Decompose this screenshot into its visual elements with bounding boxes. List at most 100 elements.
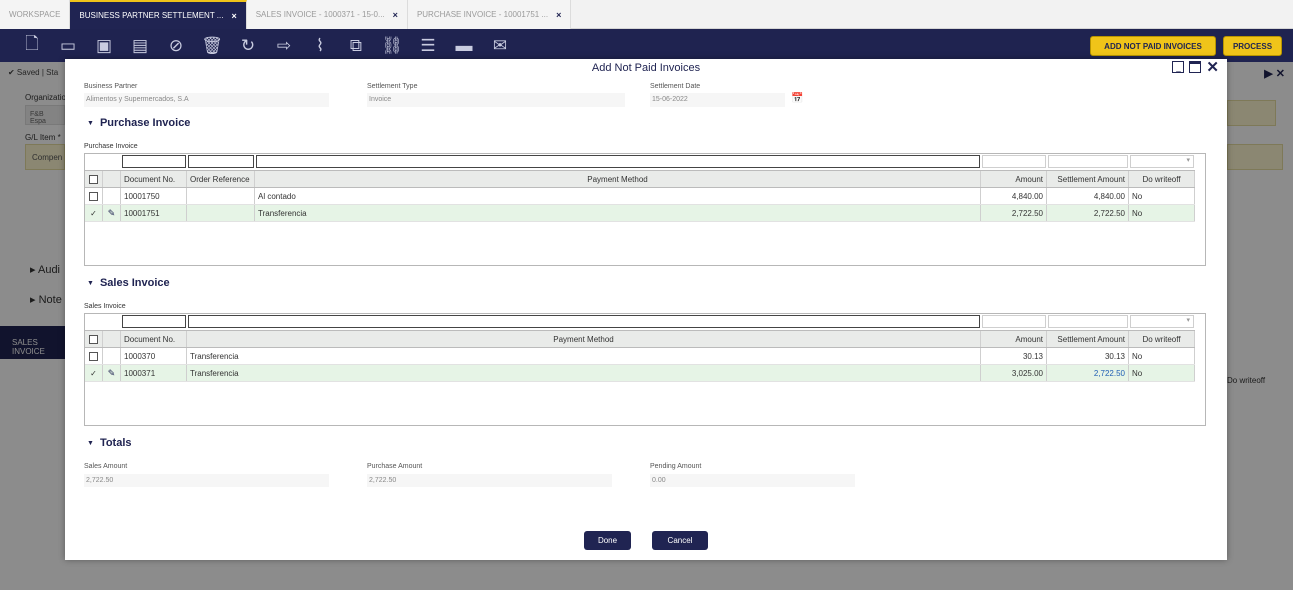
column-header-document-no[interactable]: Document No. (121, 331, 187, 347)
column-header-document-no[interactable]: Document No. (121, 171, 187, 187)
column-header-do-writeoff[interactable]: Do writeoff (1129, 331, 1195, 347)
filter-amount-input[interactable] (982, 315, 1046, 328)
sales-header-row: Document No. Payment Method Amount Settl… (85, 330, 1195, 348)
delete-icon[interactable]: 🗑 (194, 29, 230, 62)
tab-sales-invoice[interactable]: SALES INVOICE - 1000371 - 15-0... × (246, 0, 408, 29)
select-all-checkbox[interactable] (89, 334, 98, 344)
column-header-amount[interactable]: Amount (981, 171, 1047, 187)
tab-bar: WORKSPACE BUSINESS PARTNER SETTLEMENT ..… (0, 0, 1293, 29)
sales-invoice-section[interactable]: ▼ Sales Invoice (87, 277, 170, 289)
column-header-amount[interactable]: Amount (981, 331, 1047, 347)
close-tab-icon[interactable]: × (231, 11, 236, 21)
new-document-icon[interactable]: 🗋 (14, 29, 50, 62)
filter-document-no-input[interactable] (122, 315, 186, 328)
process-button[interactable]: PROCESS (1223, 36, 1282, 56)
edit-row-icon[interactable]: ✎ (108, 208, 116, 219)
minimize-icon[interactable]: _ (1172, 61, 1185, 73)
tab-label: BUSINESS PARTNER SETTLEMENT ... (79, 11, 224, 20)
filter-payment-method-input[interactable] (256, 155, 980, 168)
copy-icon[interactable]: ⧉ (338, 29, 374, 62)
filter-do-writeoff-select[interactable]: ▾ (1130, 315, 1194, 328)
purchase-header-row: Document No. Order Reference Payment Met… (85, 170, 1195, 188)
settlement-type-label: Settlement Type (367, 83, 418, 90)
table-row[interactable]: 10001750 Al contado 4,840.00 4,840.00 No (85, 188, 1195, 205)
calendar-icon[interactable]: 📅 (791, 93, 803, 104)
tab-label: SALES INVOICE - 1000371 - 15-0... (255, 10, 385, 19)
filter-amount-input[interactable] (982, 155, 1046, 168)
print-icon[interactable]: ▬ (446, 29, 482, 62)
cancel-button[interactable]: Cancel (652, 531, 708, 550)
new-row-icon[interactable]: ▭ (50, 29, 86, 62)
document-no-cell: 10001751 (121, 205, 187, 221)
do-writeoff-cell[interactable]: No (1129, 188, 1195, 204)
filter-document-no-input[interactable] (122, 155, 186, 168)
sales-filter-row: ▾ (85, 314, 1195, 330)
table-row[interactable]: ✓ ✎ 10001751 Transferencia 2,722.50 2,72… (85, 205, 1195, 222)
close-tab-icon[interactable]: × (393, 10, 398, 20)
column-header-payment-method[interactable]: Payment Method (255, 171, 981, 187)
collapse-icon: ▼ (87, 119, 94, 127)
filter-do-writeoff-select[interactable]: ▾ (1130, 155, 1194, 168)
collapse-icon: ▼ (87, 439, 94, 447)
table-row[interactable]: ✓ ✎ 1000371 Transferencia 3,025.00 2,722… (85, 365, 1195, 382)
filter-order-reference-input[interactable] (188, 155, 254, 168)
maximize-icon[interactable] (1189, 61, 1202, 73)
save-icon[interactable]: ▣ (86, 29, 122, 62)
sales-amount-label: Sales Amount (84, 463, 128, 470)
row-checkbox[interactable] (89, 191, 98, 201)
column-header-do-writeoff[interactable]: Do writeoff (1129, 171, 1195, 187)
row-checked-icon[interactable]: ✓ (90, 209, 97, 218)
tab-business-partner-settlement[interactable]: BUSINESS PARTNER SETTLEMENT ... × (70, 0, 247, 29)
purchase-amount-label: Purchase Amount (367, 463, 423, 470)
collapse-icon: ▼ (87, 279, 94, 287)
settlement-amount-cell[interactable]: 2,722.50 (1047, 205, 1129, 221)
settlement-amount-cell[interactable]: 2,722.50 (1047, 365, 1129, 381)
document-no-cell: 1000370 (121, 348, 187, 364)
sales-invoice-section-title: Sales Invoice (99, 277, 170, 289)
amount-cell: 30.13 (981, 348, 1047, 364)
business-partner-label: Business Partner (84, 83, 138, 90)
row-checkbox[interactable] (89, 351, 98, 361)
filter-payment-method-input[interactable] (188, 315, 980, 328)
purchase-grid-caption: Purchase Invoice (84, 143, 138, 150)
audit-icon[interactable]: ☰ (410, 29, 446, 62)
column-header-payment-method[interactable]: Payment Method (187, 331, 981, 347)
business-partner-field[interactable]: Alimentos y Supermercados, S.A (84, 93, 329, 107)
payment-method-cell: Al contado (255, 188, 981, 204)
save-close-icon[interactable]: ▤ (122, 29, 158, 62)
link-icon[interactable]: ⛓ (374, 29, 410, 62)
settlement-date-field[interactable]: 15-06-2022 (650, 93, 785, 107)
settlement-type-field[interactable]: Invoice (367, 93, 625, 107)
email-icon[interactable]: ✉ (482, 29, 518, 62)
add-not-paid-invoices-button[interactable]: ADD NOT PAID INVOICES (1090, 36, 1216, 56)
table-row[interactable]: 1000370 Transferencia 30.13 30.13 No (85, 348, 1195, 365)
close-tab-icon[interactable]: × (556, 10, 561, 20)
do-writeoff-cell[interactable]: No (1129, 205, 1195, 221)
refresh-icon[interactable]: ↻ (230, 29, 266, 62)
tab-purchase-invoice[interactable]: PURCHASE INVOICE - 10001751 ... × (407, 0, 572, 29)
filter-settlement-amount-input[interactable] (1048, 155, 1128, 168)
column-header-settlement-amount[interactable]: Settlement Amount (1047, 331, 1129, 347)
tab-label: WORKSPACE (9, 10, 61, 19)
column-header-order-reference[interactable]: Order Reference (187, 171, 255, 187)
attach-icon[interactable]: ⌇ (302, 29, 338, 62)
totals-section[interactable]: ▼ Totals (87, 437, 132, 449)
cancel-icon[interactable]: ⊘ (158, 29, 194, 62)
do-writeoff-cell[interactable]: No (1129, 348, 1195, 364)
purchase-invoice-section[interactable]: ▼ Purchase Invoice (87, 117, 190, 129)
close-icon[interactable]: ✕ (1206, 60, 1219, 75)
column-header-settlement-amount[interactable]: Settlement Amount (1047, 171, 1129, 187)
done-button[interactable]: Done (584, 531, 631, 550)
payment-method-cell: Transferencia (187, 348, 981, 364)
row-checked-icon[interactable]: ✓ (90, 369, 97, 378)
export-icon[interactable]: ⇨ (266, 29, 302, 62)
do-writeoff-cell[interactable]: No (1129, 365, 1195, 381)
document-no-cell: 10001750 (121, 188, 187, 204)
select-all-checkbox[interactable] (89, 174, 98, 184)
filter-settlement-amount-input[interactable] (1048, 315, 1128, 328)
settlement-date-label: Settlement Date (650, 83, 701, 90)
edit-row-icon[interactable]: ✎ (108, 368, 116, 379)
settlement-amount-cell[interactable]: 4,840.00 (1047, 188, 1129, 204)
settlement-amount-cell[interactable]: 30.13 (1047, 348, 1129, 364)
tab-workspace[interactable]: WORKSPACE (0, 0, 71, 29)
